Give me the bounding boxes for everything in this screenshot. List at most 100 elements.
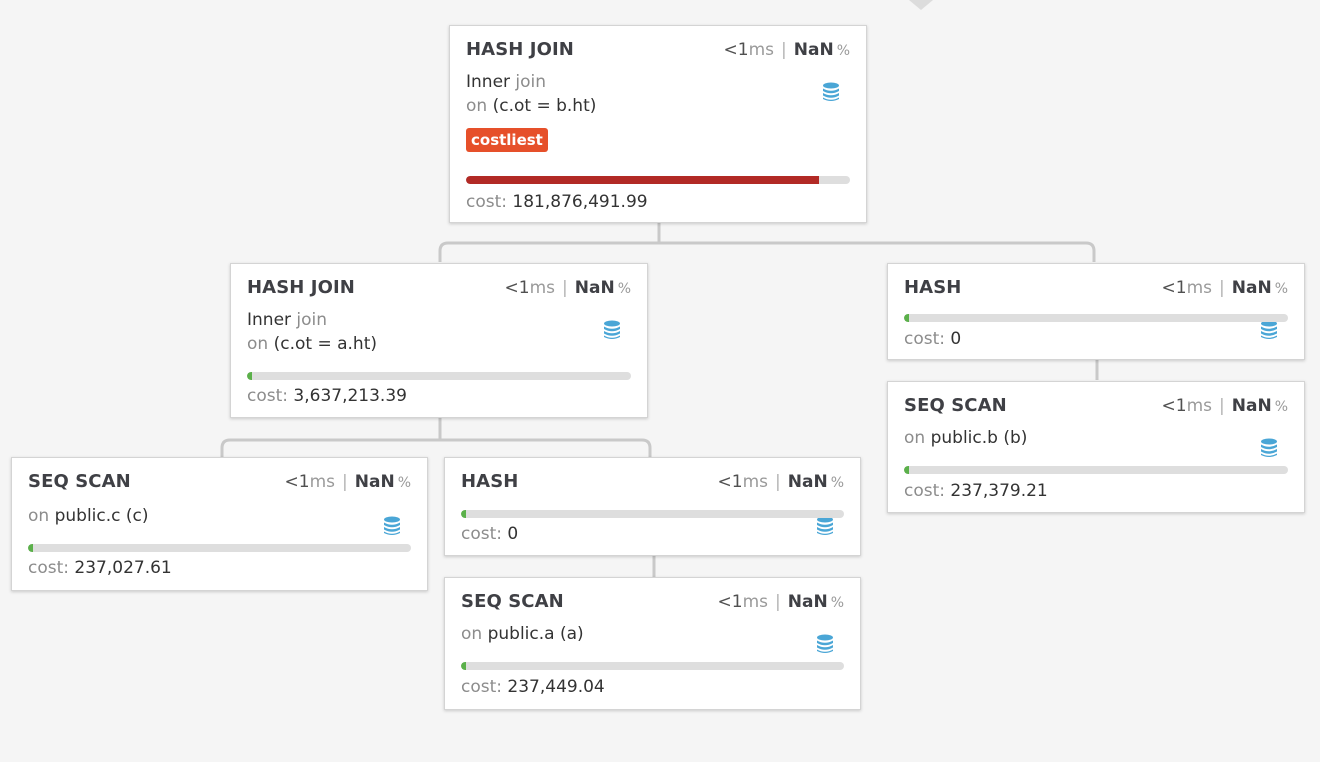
plan-node-hash-join-root[interactable]: HASH JOIN <1ms | NaN% Inner join on (c.ot … — [449, 25, 867, 223]
cost-bar — [28, 544, 411, 552]
join-type: Inner — [247, 310, 292, 330]
cost-bar — [466, 176, 850, 184]
cost-line: cost: 237,379.21 — [904, 480, 1048, 502]
costliest-badge: costliest — [466, 128, 548, 152]
relation-line: on public.b (b) — [904, 426, 1288, 450]
node-stats: <1ms | NaN% — [717, 472, 844, 492]
cost-label: cost: — [466, 192, 507, 212]
database-icon[interactable] — [603, 320, 621, 340]
node-stats: <1ms | NaN% — [723, 40, 850, 60]
cost-label: cost: — [461, 524, 502, 544]
node-stats: <1ms | NaN% — [504, 278, 631, 298]
node-stats: <1ms | NaN% — [717, 592, 844, 612]
join-type-line: Inner join — [466, 70, 850, 94]
cost-label: cost: — [461, 677, 502, 697]
node-title: HASH — [461, 471, 519, 492]
database-icon[interactable] — [1260, 320, 1278, 340]
plan-node-hash-join-left[interactable]: HASH JOIN <1ms | NaN% Inner join on (c.ot … — [230, 263, 648, 418]
time-value: <1 — [717, 592, 743, 612]
relation-name: public.a (a) — [487, 624, 584, 644]
cost-line: cost: 3,637,213.39 — [247, 385, 407, 407]
cost-bar-fill — [28, 544, 33, 552]
cost-bar-fill — [466, 176, 820, 184]
node-stats: <1ms | NaN% — [1161, 278, 1288, 298]
percent-symbol: % — [617, 281, 631, 297]
percent-value: NaN — [793, 40, 834, 60]
cost-line: cost: 237,027.61 — [28, 557, 172, 579]
cost-label: cost: — [904, 329, 945, 349]
cost-value: 237,027.61 — [74, 558, 172, 578]
connector-root-left — [438, 241, 659, 262]
time-unit: ms — [1186, 278, 1213, 298]
percent-value: NaN — [787, 472, 828, 492]
node-stats: <1ms | NaN% — [1161, 396, 1288, 416]
cost-value: 0 — [950, 329, 962, 349]
cost-label: cost: — [28, 558, 69, 578]
join-word: join — [296, 310, 328, 330]
percent-value: NaN — [1231, 278, 1272, 298]
percent-symbol: % — [397, 475, 411, 491]
time-value: <1 — [1161, 278, 1187, 298]
time-value: <1 — [723, 40, 749, 60]
percent-value: NaN — [787, 592, 828, 612]
cost-value: 3,637,213.39 — [293, 386, 407, 406]
join-condition-line: on (c.ot = a.ht) — [247, 332, 631, 356]
percent-value: NaN — [1231, 396, 1272, 416]
database-icon[interactable] — [383, 516, 401, 536]
node-title: SEQ SCAN — [904, 395, 1007, 416]
cost-value: 237,449.04 — [507, 677, 605, 697]
cost-bar-fill — [461, 662, 466, 670]
cost-value: 0 — [507, 524, 519, 544]
relation-line: on public.a (a) — [461, 622, 844, 646]
node-title: HASH — [904, 277, 962, 298]
plan-node-seq-scan-c[interactable]: SEQ SCAN <1ms | NaN% on public.c (c) cost:… — [11, 457, 428, 591]
cost-label: cost: — [247, 386, 288, 406]
time-unit: ms — [309, 472, 336, 492]
time-value: <1 — [1161, 396, 1187, 416]
cost-bar-fill — [247, 372, 252, 380]
time-unit: ms — [748, 40, 775, 60]
database-icon[interactable] — [816, 516, 834, 536]
database-icon[interactable] — [816, 634, 834, 654]
on-label: on — [247, 334, 269, 354]
database-icon[interactable] — [1260, 438, 1278, 458]
percent-symbol: % — [1274, 399, 1288, 415]
cost-bar-fill — [904, 466, 909, 474]
on-label: on — [28, 506, 50, 526]
node-stats: <1ms | NaN% — [284, 472, 411, 492]
relation-line: on public.c (c) — [28, 504, 411, 528]
database-icon[interactable] — [822, 82, 840, 102]
connector-join-seqc — [220, 438, 440, 457]
on-label: on — [904, 428, 926, 448]
relation-name: public.b (b) — [930, 428, 1028, 448]
node-title: HASH JOIN — [247, 277, 355, 298]
cost-line: cost: 181,876,491.99 — [466, 191, 648, 213]
join-type-line: Inner join — [247, 308, 631, 332]
plan-node-seq-scan-a[interactable]: SEQ SCAN <1ms | NaN% on public.a (a) cost:… — [444, 577, 861, 710]
cost-bar — [904, 314, 1288, 322]
cost-label: cost: — [904, 481, 945, 501]
plan-node-hash-left[interactable]: HASH <1ms | NaN% cost: 0 — [444, 457, 861, 556]
time-unit: ms — [742, 592, 769, 612]
cost-bar — [461, 662, 844, 670]
percent-value: NaN — [354, 472, 395, 492]
on-label: on — [461, 624, 483, 644]
plan-node-hash-right[interactable]: HASH <1ms | NaN% cost: 0 — [887, 263, 1305, 360]
plan-node-seq-scan-b[interactable]: SEQ SCAN <1ms | NaN% on public.b (b) cost:… — [887, 381, 1305, 513]
time-value: <1 — [284, 472, 310, 492]
join-word: join — [515, 72, 547, 92]
cost-bar — [904, 466, 1288, 474]
time-value: <1 — [504, 278, 530, 298]
relation-name: public.c (c) — [54, 506, 149, 526]
cost-value: 237,379.21 — [950, 481, 1048, 501]
join-condition: (c.ot = b.ht) — [492, 96, 597, 116]
time-unit: ms — [742, 472, 769, 492]
time-unit: ms — [529, 278, 556, 298]
node-title: SEQ SCAN — [461, 591, 564, 612]
percent-symbol: % — [830, 475, 844, 491]
cost-line: cost: 0 — [904, 328, 961, 350]
cost-bar — [461, 510, 844, 518]
time-unit: ms — [1186, 396, 1213, 416]
connector-join-hash — [438, 417, 652, 457]
join-condition-line: on (c.ot = b.ht) — [466, 94, 850, 118]
